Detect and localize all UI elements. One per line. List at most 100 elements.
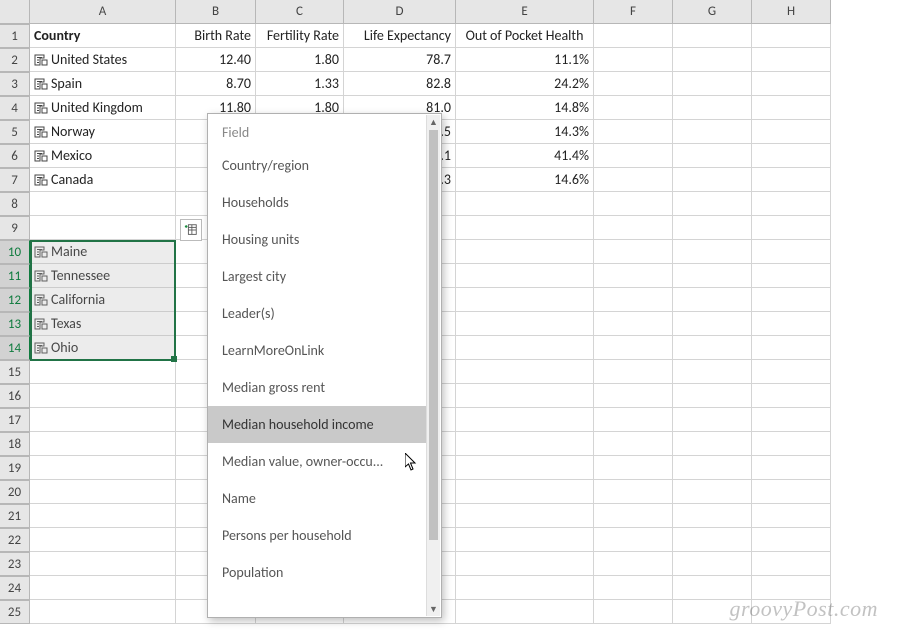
row-header-10[interactable]: 10 <box>0 240 30 264</box>
cell-G20[interactable] <box>673 480 752 504</box>
cell-H18[interactable] <box>752 432 831 456</box>
row-header-22[interactable]: 22 <box>0 528 30 552</box>
cell-F13[interactable] <box>594 312 673 336</box>
cell-F16[interactable] <box>594 384 673 408</box>
cell-F11[interactable] <box>594 264 673 288</box>
cell-G7[interactable] <box>673 168 752 192</box>
cell-E5[interactable]: 14.3% <box>456 120 594 144</box>
cell-F22[interactable] <box>594 528 673 552</box>
row-header-2[interactable]: 2 <box>0 48 30 72</box>
cell-A10[interactable]: Maine <box>30 240 176 264</box>
cell-C1[interactable]: Fertility Rate <box>256 24 344 48</box>
cell-A7[interactable]: Canada <box>30 168 176 192</box>
cell-D1[interactable]: Life Expectancy <box>344 24 456 48</box>
cell-H10[interactable] <box>752 240 831 264</box>
cell-C3[interactable]: 1.33 <box>256 72 344 96</box>
cell-E20[interactable] <box>456 480 594 504</box>
row-header-11[interactable]: 11 <box>0 264 30 288</box>
cell-F24[interactable] <box>594 576 673 600</box>
cell-E16[interactable] <box>456 384 594 408</box>
cell-H23[interactable] <box>752 552 831 576</box>
row-header-25[interactable]: 25 <box>0 600 30 624</box>
row-header-16[interactable]: 16 <box>0 384 30 408</box>
cell-G12[interactable] <box>673 288 752 312</box>
field-option[interactable]: Population <box>208 554 427 591</box>
cell-H13[interactable] <box>752 312 831 336</box>
cell-B2[interactable]: 12.40 <box>176 48 256 72</box>
cell-E22[interactable] <box>456 528 594 552</box>
cell-D3[interactable]: 82.8 <box>344 72 456 96</box>
cell-E3[interactable]: 24.2% <box>456 72 594 96</box>
cell-F19[interactable] <box>594 456 673 480</box>
row-header-17[interactable]: 17 <box>0 408 30 432</box>
cell-G22[interactable] <box>673 528 752 552</box>
cell-G1[interactable] <box>673 24 752 48</box>
cell-F2[interactable] <box>594 48 673 72</box>
row-header-9[interactable]: 9 <box>0 216 30 240</box>
row-header-19[interactable]: 19 <box>0 456 30 480</box>
cell-F23[interactable] <box>594 552 673 576</box>
cell-H2[interactable] <box>752 48 831 72</box>
cell-G16[interactable] <box>673 384 752 408</box>
field-option[interactable]: Name <box>208 480 427 517</box>
cell-E13[interactable] <box>456 312 594 336</box>
cell-G14[interactable] <box>673 336 752 360</box>
row-header-15[interactable]: 15 <box>0 360 30 384</box>
cell-A2[interactable]: United States <box>30 48 176 72</box>
row-header-5[interactable]: 5 <box>0 120 30 144</box>
cell-A1[interactable]: Country <box>30 24 176 48</box>
cell-G13[interactable] <box>673 312 752 336</box>
cell-G2[interactable] <box>673 48 752 72</box>
cell-G4[interactable] <box>673 96 752 120</box>
spreadsheet-grid[interactable]: ABCDEFGH1CountryBirth RateFertility Rate… <box>0 0 900 624</box>
row-header-8[interactable]: 8 <box>0 192 30 216</box>
cell-F12[interactable] <box>594 288 673 312</box>
row-header-23[interactable]: 23 <box>0 552 30 576</box>
cell-F5[interactable] <box>594 120 673 144</box>
cell-E18[interactable] <box>456 432 594 456</box>
cell-H9[interactable] <box>752 216 831 240</box>
row-header-7[interactable]: 7 <box>0 168 30 192</box>
column-header-C[interactable]: C <box>256 0 344 24</box>
cell-E8[interactable] <box>456 192 594 216</box>
row-header-1[interactable]: 1 <box>0 24 30 48</box>
cell-F7[interactable] <box>594 168 673 192</box>
cell-H3[interactable] <box>752 72 831 96</box>
cell-H20[interactable] <box>752 480 831 504</box>
cell-E7[interactable]: 14.6% <box>456 168 594 192</box>
cell-E1[interactable]: Out of Pocket Health <box>456 24 594 48</box>
cell-A17[interactable] <box>30 408 176 432</box>
cell-A4[interactable]: United Kingdom <box>30 96 176 120</box>
cell-E9[interactable] <box>456 216 594 240</box>
cell-E11[interactable] <box>456 264 594 288</box>
cell-G23[interactable] <box>673 552 752 576</box>
cell-G10[interactable] <box>673 240 752 264</box>
cell-F10[interactable] <box>594 240 673 264</box>
row-header-4[interactable]: 4 <box>0 96 30 120</box>
cell-A5[interactable]: Norway <box>30 120 176 144</box>
cell-A13[interactable]: Texas <box>30 312 176 336</box>
cell-A23[interactable] <box>30 552 176 576</box>
cell-G8[interactable] <box>673 192 752 216</box>
cell-G18[interactable] <box>673 432 752 456</box>
cell-G15[interactable] <box>673 360 752 384</box>
field-option[interactable]: Median gross rent <box>208 369 427 406</box>
cell-B1[interactable]: Birth Rate <box>176 24 256 48</box>
cell-E24[interactable] <box>456 576 594 600</box>
cell-E14[interactable] <box>456 336 594 360</box>
cell-A19[interactable] <box>30 456 176 480</box>
cell-A15[interactable] <box>30 360 176 384</box>
cell-F18[interactable] <box>594 432 673 456</box>
cell-G19[interactable] <box>673 456 752 480</box>
select-all-corner[interactable] <box>0 0 30 24</box>
field-option[interactable]: Median value, owner-occu... <box>208 443 427 480</box>
cell-H8[interactable] <box>752 192 831 216</box>
row-header-20[interactable]: 20 <box>0 480 30 504</box>
cell-F1[interactable] <box>594 24 673 48</box>
cell-D2[interactable]: 78.7 <box>344 48 456 72</box>
cell-H16[interactable] <box>752 384 831 408</box>
cell-H12[interactable] <box>752 288 831 312</box>
row-header-6[interactable]: 6 <box>0 144 30 168</box>
cell-E15[interactable] <box>456 360 594 384</box>
field-option[interactable]: Largest city <box>208 258 427 295</box>
